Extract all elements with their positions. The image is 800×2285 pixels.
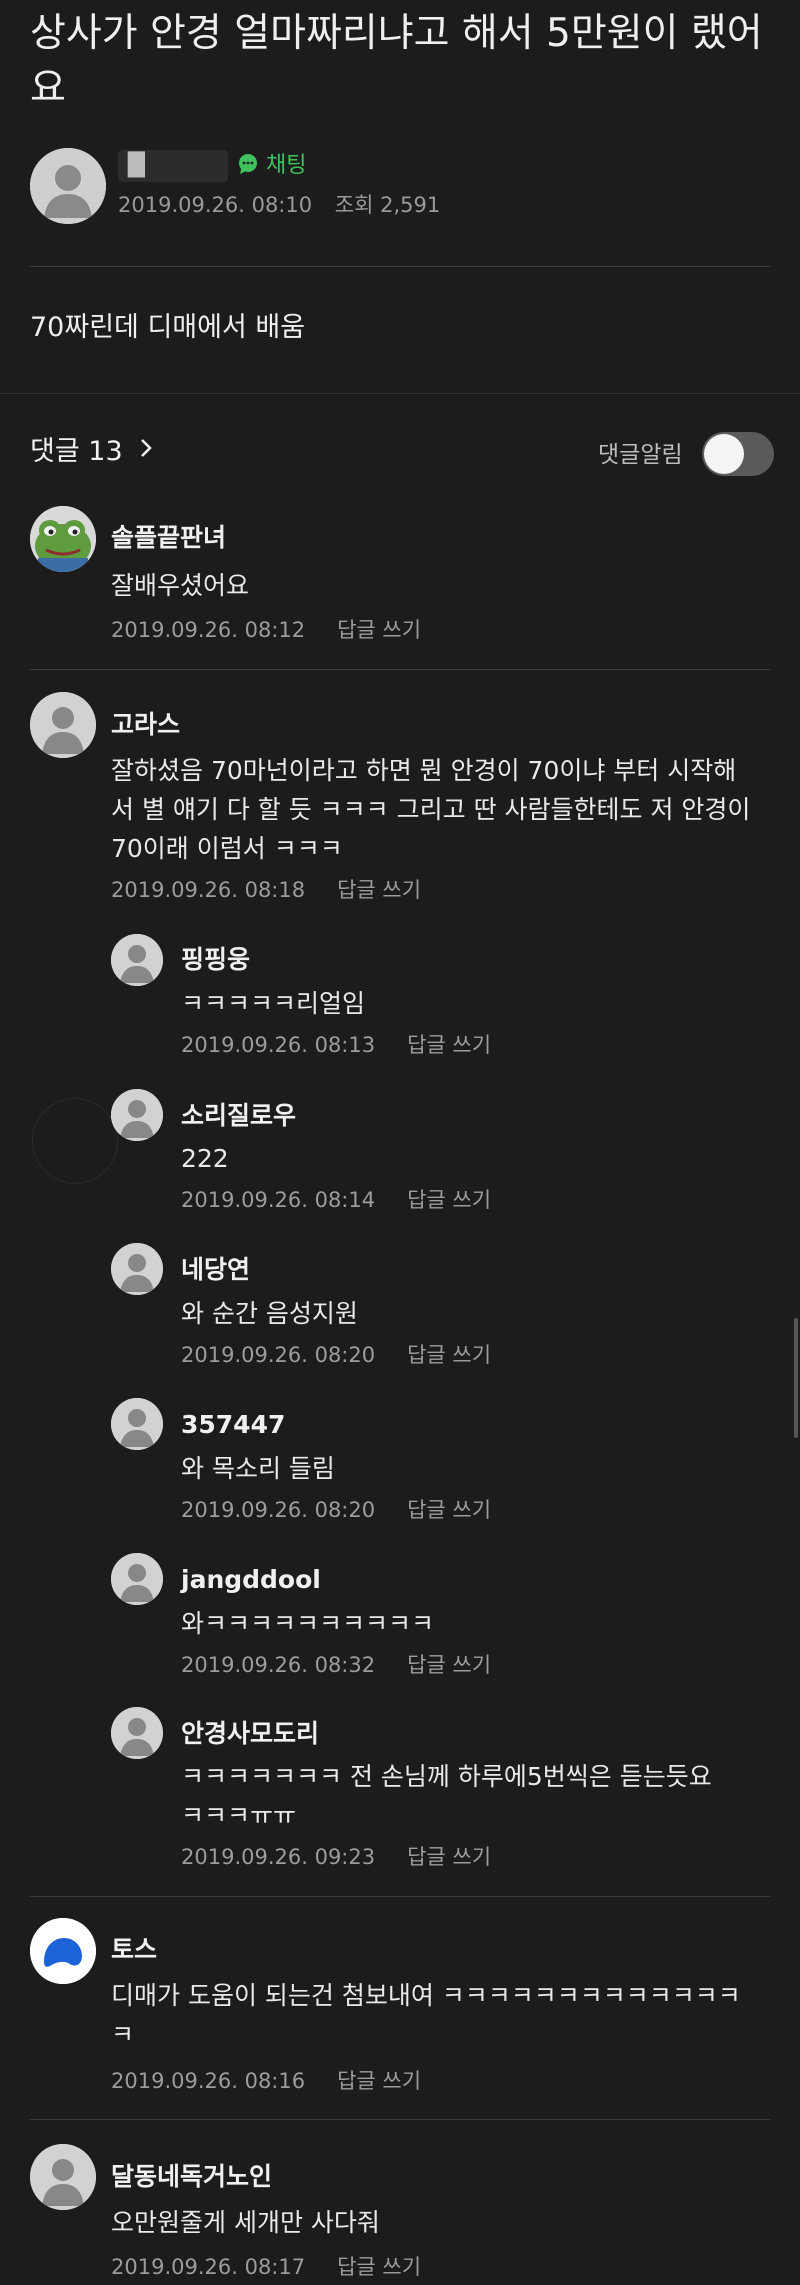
reply-button[interactable]: 답글 쓰기: [337, 878, 421, 902]
comment-author[interactable]: 토스: [111, 1933, 157, 1967]
divider: [30, 669, 770, 670]
comments-count-label: 댓글 13: [30, 436, 123, 467]
reply-button[interactable]: 답글 쓰기: [337, 618, 421, 642]
chat-bubble-icon: [239, 154, 257, 174]
comment-meta: 2019.09.26. 08:18 답글 쓰기: [111, 876, 421, 904]
reply-button[interactable]: 답글 쓰기: [407, 1498, 491, 1522]
comment-meta: 2019.09.26. 08:32 답글 쓰기: [181, 1651, 491, 1679]
comment-meta: 2019.09.26. 08:14 답글 쓰기: [181, 1186, 491, 1214]
comment-text: ㅋㅋㅋㅋㅋ리얼임: [181, 989, 366, 1018]
comment-date: 2019.09.26. 08:12: [111, 618, 306, 642]
comment-author[interactable]: 핑핑웅: [181, 943, 250, 977]
comment-date: 2019.09.26. 08:20: [181, 1498, 376, 1522]
comment-author[interactable]: 357447: [181, 1408, 285, 1442]
comment-author[interactable]: 솔플끝판녀: [111, 521, 226, 555]
default-avatar-icon: [30, 148, 106, 224]
author-avatar[interactable]: [30, 148, 106, 224]
comment-text: 디매가 도움이 되는건 첨보내여 ㅋㅋㅋㅋㅋㅋㅋㅋㅋㅋㅋㅋㅋㅋ: [111, 1981, 741, 2049]
comment-meta: 2019.09.26. 08:20 답글 쓰기: [181, 1341, 491, 1369]
chat-tag[interactable]: 채팅: [237, 152, 306, 180]
comment-date: 2019.09.26. 08:20: [181, 1343, 376, 1367]
comment-author[interactable]: 안경사모도리: [181, 1717, 319, 1751]
comment-author[interactable]: 고라스: [111, 708, 180, 742]
comment-date: 2019.09.26. 08:18: [111, 878, 306, 902]
comment-meta: 2019.09.26. 08:17 답글 쓰기: [111, 2253, 421, 2281]
comment-text: 와ㅋㅋㅋㅋㅋㅋㅋㅋㅋㅋ: [181, 1609, 435, 1638]
comments-count-link[interactable]: 댓글 13: [30, 434, 153, 470]
reply-button[interactable]: 답글 쓰기: [337, 2069, 421, 2093]
default-avatar-icon[interactable]: [111, 1553, 163, 1605]
comment-date: 2019.09.26. 09:23: [181, 1845, 376, 1869]
frog-avatar-icon[interactable]: [30, 506, 96, 572]
comment-alarm-label: 댓글알림: [598, 442, 683, 468]
comment-date: 2019.09.26. 08:16: [111, 2069, 306, 2093]
default-avatar-icon[interactable]: [111, 1398, 163, 1450]
reply-button[interactable]: 답글 쓰기: [337, 2255, 421, 2279]
comment-text: 와 목소리 들림: [181, 1454, 335, 1483]
comment-author[interactable]: jangddool: [181, 1563, 321, 1597]
toggle-knob: [704, 434, 744, 474]
chevron-right-icon: [141, 439, 152, 457]
comment-date: 2019.09.26. 08:14: [181, 1188, 376, 1212]
post-body: 70짜린데 디매에서 배움: [30, 312, 306, 343]
comment-text: 와 순간 음성지원: [181, 1299, 358, 1328]
comment-meta: 2019.09.26. 08:12 답글 쓰기: [111, 616, 421, 644]
reply-button[interactable]: 답글 쓰기: [407, 1653, 491, 1677]
author-name[interactable]: █: [118, 150, 228, 182]
default-avatar-icon[interactable]: [30, 692, 96, 758]
default-avatar-icon[interactable]: [111, 1243, 163, 1295]
comment-date: 2019.09.26. 08:32: [181, 1653, 376, 1677]
comment-text: 오만원줄게 세개만 사다줘: [111, 2208, 380, 2237]
scrollbar-thumb[interactable]: [794, 1318, 798, 1438]
comment-author[interactable]: 네당연: [181, 1253, 250, 1287]
divider: [30, 1896, 770, 1897]
decorative-ring: [32, 1098, 118, 1184]
chat-tag-label: 채팅: [266, 153, 307, 178]
comment-text: 잘하셨음 70마넌이라고 하면 뭔 안경이 70이냐 부터 시작해서 별 얘기 …: [111, 756, 751, 863]
reply-button[interactable]: 답글 쓰기: [407, 1188, 491, 1212]
toss-logo-icon[interactable]: [30, 1918, 96, 1984]
comment-text: ㅋㅋㅋㅋㅋㅋㅋ 전 손님께 하루에5번씩은 듣는듯요ㅋㅋㅋㅠㅠ: [181, 1762, 712, 1830]
comment-author[interactable]: 소리질로우: [181, 1099, 296, 1133]
default-avatar-icon[interactable]: [111, 1707, 163, 1759]
comment-meta: 2019.09.26. 08:13 답글 쓰기: [181, 1031, 491, 1059]
section-divider: [0, 393, 800, 394]
comment-date: 2019.09.26. 08:17: [111, 2255, 306, 2279]
comment-text: 잘배우셨어요: [111, 571, 250, 600]
comment-meta: 2019.09.26. 08:20 답글 쓰기: [181, 1496, 491, 1524]
divider: [30, 266, 770, 267]
default-avatar-icon[interactable]: [111, 1089, 163, 1141]
comment-text: 222: [181, 1144, 229, 1173]
comment-author[interactable]: 달동네독거노인: [111, 2160, 272, 2194]
default-avatar-icon[interactable]: [30, 2144, 96, 2210]
default-avatar-icon[interactable]: [111, 934, 163, 986]
comment-alarm-toggle[interactable]: [702, 432, 774, 476]
comment-meta: 2019.09.26. 08:16 답글 쓰기: [111, 2067, 421, 2095]
comment-date: 2019.09.26. 08:13: [181, 1033, 376, 1057]
comment-meta: 2019.09.26. 09:23 답글 쓰기: [181, 1843, 491, 1871]
reply-button[interactable]: 답글 쓰기: [407, 1845, 491, 1869]
post-views: 조회 2,591: [334, 193, 441, 217]
post-title: 상사가 안경 얼마짜리냐고 해서 5만원이 랬어요: [30, 11, 763, 111]
post-meta: 2019.09.26. 08:10 조회 2,591: [118, 191, 440, 219]
post-date: 2019.09.26. 08:10: [118, 193, 313, 217]
divider: [30, 2119, 770, 2120]
reply-button[interactable]: 답글 쓰기: [407, 1033, 491, 1057]
reply-button[interactable]: 답글 쓰기: [407, 1343, 491, 1367]
